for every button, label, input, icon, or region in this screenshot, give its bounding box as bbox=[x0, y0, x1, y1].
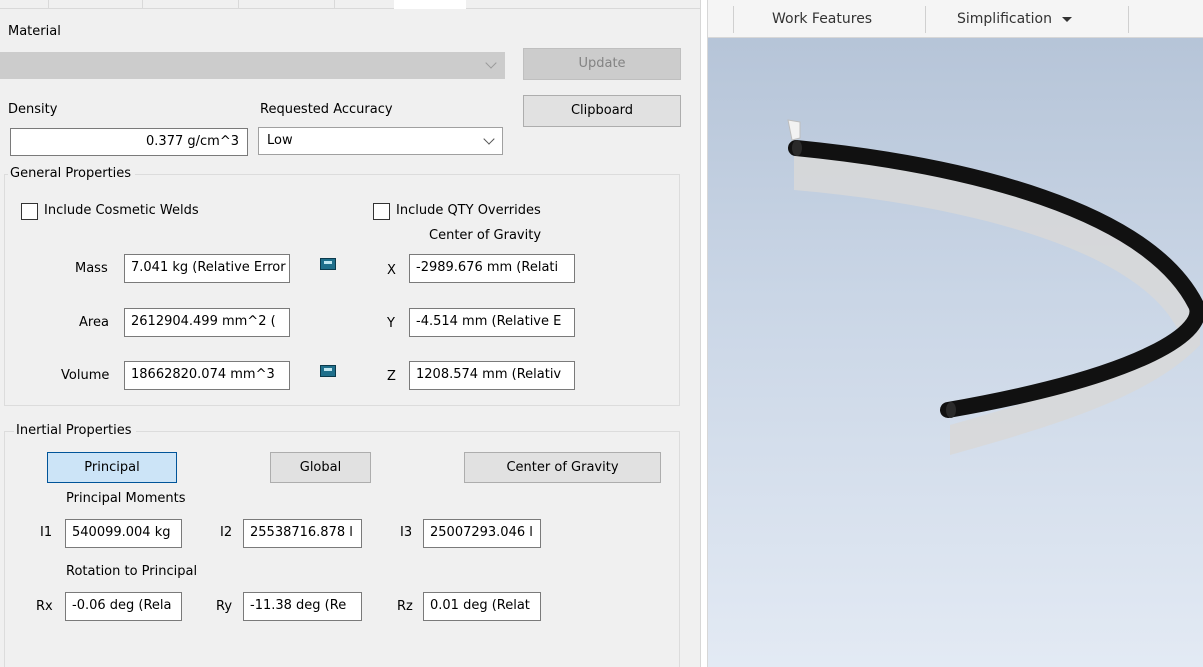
rx-label: Rx bbox=[36, 599, 53, 614]
i2-field[interactable]: 25538716.878 l bbox=[243, 519, 362, 548]
cog-z-label: Z bbox=[387, 369, 396, 384]
principal-moments-title: Principal Moments bbox=[66, 491, 186, 506]
inertial-properties-legend: Inertial Properties bbox=[14, 423, 136, 438]
general-properties-legend: General Properties bbox=[8, 166, 136, 181]
i1-label: I1 bbox=[40, 525, 53, 540]
material-dropdown[interactable] bbox=[0, 52, 505, 79]
model-view bbox=[787, 119, 1203, 455]
include-qty-checkbox[interactable] bbox=[373, 203, 390, 220]
cog-z-field[interactable]: 1208.574 mm (Relativ bbox=[409, 361, 575, 390]
simplification-dropdown[interactable]: Simplification bbox=[957, 11, 1073, 27]
i1-field[interactable]: 540099.004 kg bbox=[65, 519, 182, 548]
cog-y-label: Y bbox=[387, 316, 395, 331]
rz-field[interactable]: 0.01 deg (Relat bbox=[423, 592, 541, 621]
ribbon-bar: Work Features Simplification bbox=[708, 0, 1203, 38]
accuracy-value: Low bbox=[267, 133, 293, 148]
center-of-gravity-title: Center of Gravity bbox=[429, 228, 542, 243]
model-bracket bbox=[787, 119, 801, 141]
area-label: Area bbox=[79, 315, 109, 330]
include-welds-checkbox[interactable] bbox=[21, 203, 38, 220]
volume-label: Volume bbox=[61, 368, 110, 383]
tab-strip bbox=[0, 0, 700, 9]
principal-button[interactable]: Principal bbox=[47, 452, 177, 483]
tab-physical[interactable] bbox=[394, 0, 466, 9]
volume-field[interactable]: 18662820.074 mm^3 bbox=[124, 361, 290, 390]
chevron-down-icon bbox=[483, 133, 495, 145]
caret-down-icon bbox=[1062, 16, 1073, 22]
work-features-button[interactable]: Work Features bbox=[772, 11, 872, 27]
density-label: Density bbox=[8, 102, 58, 117]
i3-label: I3 bbox=[400, 525, 413, 540]
update-button[interactable]: Update bbox=[523, 48, 681, 80]
ry-field[interactable]: -11.38 deg (Re bbox=[243, 592, 362, 621]
include-welds-label: Include Cosmetic Welds bbox=[44, 203, 199, 218]
iproperties-physical-panel: Material Update Density Requested Accura… bbox=[0, 0, 700, 667]
model-shadow bbox=[794, 150, 1200, 455]
center-of-gravity-button[interactable]: Center of Gravity bbox=[464, 452, 661, 483]
global-button[interactable]: Global bbox=[270, 452, 371, 483]
calculator-icon[interactable] bbox=[320, 258, 336, 270]
rx-field[interactable]: -0.06 deg (Rela bbox=[65, 592, 182, 621]
rz-label: Rz bbox=[397, 599, 413, 614]
rotation-to-principal-title: Rotation to Principal bbox=[66, 564, 198, 579]
calculator-icon[interactable] bbox=[320, 365, 336, 377]
mass-label: Mass bbox=[75, 261, 108, 276]
material-label: Material bbox=[8, 24, 61, 39]
cog-y-field[interactable]: -4.514 mm (Relative E bbox=[409, 308, 575, 337]
area-field[interactable]: 2612904.499 mm^2 ( bbox=[124, 308, 290, 337]
density-field[interactable]: 0.377 g/cm^3 bbox=[10, 128, 248, 156]
i3-field[interactable]: 25007293.046 l bbox=[423, 519, 541, 548]
chevron-down-icon bbox=[485, 57, 497, 69]
accuracy-dropdown[interactable]: Low bbox=[258, 127, 503, 155]
accuracy-label: Requested Accuracy bbox=[260, 102, 393, 117]
cog-x-field[interactable]: -2989.676 mm (Relati bbox=[409, 254, 575, 283]
ry-label: Ry bbox=[216, 599, 233, 614]
graphics-viewport[interactable] bbox=[708, 0, 1203, 667]
mass-field[interactable]: 7.041 kg (Relative Error bbox=[124, 254, 290, 283]
simplification-label: Simplification bbox=[957, 11, 1052, 27]
include-qty-label: Include QTY Overrides bbox=[396, 203, 541, 218]
i2-label: I2 bbox=[220, 525, 233, 540]
panel-splitter[interactable] bbox=[700, 0, 708, 667]
clipboard-button[interactable]: Clipboard bbox=[523, 95, 681, 127]
cog-x-label: X bbox=[387, 263, 396, 278]
